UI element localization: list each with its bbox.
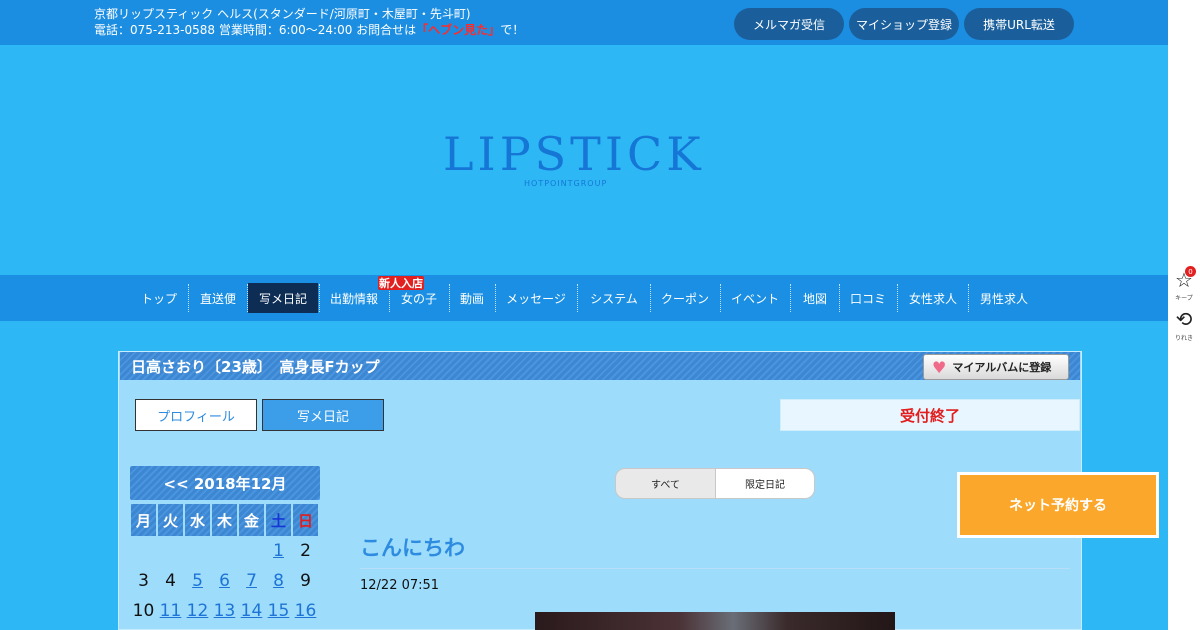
calendar-day[interactable]: 14 (238, 597, 265, 625)
add-to-album-button[interactable]: ♥ マイアルバムに登録 (923, 354, 1069, 380)
tab-photo-diary[interactable]: 写メ日記 (262, 399, 384, 431)
nav-divider (577, 284, 578, 312)
shop-name-line: 京都リップスティック ヘルス(スタンダード/河原町・木屋町・先斗町) (94, 7, 471, 21)
calendar-day[interactable]: 6 (211, 567, 238, 595)
nav-divider (839, 284, 840, 312)
calendar-day[interactable]: 8 (265, 567, 292, 595)
mobile-url-transfer-button[interactable]: 携帯URL転送 (964, 8, 1074, 40)
nav-divider (720, 284, 721, 312)
contact-highlight: 「ヘブン見た」 (416, 23, 501, 37)
nav-item-event[interactable]: イベント (726, 283, 784, 313)
shop-info: 京都リップスティック ヘルス(スタンダード/河原町・木屋町・先斗町) 電話：07… (94, 6, 524, 38)
calendar-day: 3 (138, 571, 149, 591)
nav-divider (897, 284, 898, 312)
calendar-day[interactable]: 1 (265, 537, 292, 565)
calendar-month-nav[interactable]: << 2018年12月 (130, 466, 320, 500)
weekday-mon: 月 (131, 504, 156, 536)
nav-divider (495, 284, 496, 312)
weekday-sat: 土 (266, 504, 291, 536)
tab-profile[interactable]: プロフィール (135, 399, 257, 431)
weekday-thu: 木 (212, 504, 237, 536)
nav-item-reviews[interactable]: 口コミ (845, 283, 891, 313)
calendar-day: 2 (300, 541, 311, 561)
calendar-day[interactable]: 12 (184, 597, 211, 625)
nav-divider (449, 284, 450, 312)
weekday-tue: 火 (158, 504, 183, 536)
divider (360, 568, 1070, 569)
nav-item-male-jobs[interactable]: 男性求人 (974, 283, 1034, 313)
side-rail: ☆ キープ ⟲ りれき (1168, 0, 1200, 630)
calendar-day: 10 (132, 601, 155, 621)
keep-label: キープ (1175, 295, 1193, 302)
calendar-day[interactable]: 11 (157, 597, 184, 625)
main-nav: トップ 直送便 写メ日記 出勤情報 女の子 動画 メッセージ システム クーポン… (0, 275, 1168, 321)
heart-icon: ♥ (932, 357, 947, 377)
calendar-day[interactable]: 5 (184, 567, 211, 595)
weekday-wed: 水 (185, 504, 210, 536)
mail-magazine-button[interactable]: メルマガ受信 (734, 8, 844, 40)
contact-line: 電話：075-213-0588 営業時間：6:00～24:00 お問合せは「ヘブ… (94, 22, 524, 38)
nav-item-coupon[interactable]: クーポン (656, 283, 714, 313)
calendar-day: 9 (300, 571, 311, 591)
history-icon[interactable]: ⟲ (1172, 309, 1196, 329)
contact-prefix: 電話：075-213-0588 営業時間：6:00～24:00 お問合せは (94, 23, 417, 37)
keep-count-badge: 0 (1185, 266, 1196, 277)
nav-divider (188, 284, 189, 312)
nav-item-photo-diary[interactable]: 写メ日記 (248, 283, 318, 313)
reception-status: 受付終了 (780, 399, 1080, 431)
add-to-album-label: マイアルバムに登録 (952, 361, 1052, 374)
filter-limited-button[interactable]: 限定日記 (715, 468, 815, 499)
calendar-day[interactable]: 16 (292, 597, 319, 625)
nav-item-videos[interactable]: 動画 (454, 283, 490, 313)
calendar-day[interactable]: 7 (238, 567, 265, 595)
header-banner: LIPSTICK HOTPOINTGROUP (0, 45, 1168, 275)
diary-entry-title[interactable]: こんにちわ (360, 532, 465, 562)
shop-logo[interactable]: LIPSTICK (443, 129, 705, 179)
nav-item-female-jobs[interactable]: 女性求人 (903, 283, 963, 313)
nav-item-top[interactable]: トップ (135, 283, 183, 313)
nav-item-messages[interactable]: メッセージ (501, 283, 571, 313)
calendar-day[interactable]: 15 (265, 597, 292, 625)
diary-photo[interactable] (535, 612, 895, 630)
nav-item-direct[interactable]: 直送便 (194, 283, 242, 313)
weekday-fri: 金 (239, 504, 264, 536)
nav-item-schedule[interactable]: 出勤情報 (325, 283, 383, 313)
new-girl-badge: 新人入店 (378, 276, 424, 290)
net-reserve-button[interactable]: ネット予約する (957, 472, 1159, 538)
calendar-day[interactable]: 13 (211, 597, 238, 625)
filter-all-button[interactable]: すべて (615, 468, 716, 499)
girl-name-title: 日高さおり〔23歳〕 高身長Fカップ (131, 358, 380, 376)
nav-divider (968, 284, 969, 312)
contact-suffix: で！ (500, 23, 525, 37)
nav-item-system[interactable]: システム (584, 283, 644, 313)
calendar-day: 4 (165, 571, 176, 591)
group-logo-text: HOTPOINTGROUP (524, 179, 608, 188)
weekday-sun: 日 (293, 504, 318, 536)
nav-divider (319, 284, 320, 312)
diary-entry-date: 12/22 07:51 (360, 578, 440, 593)
my-shop-register-button[interactable]: マイショップ登録 (849, 8, 959, 40)
nav-divider (650, 284, 651, 312)
nav-divider (790, 284, 791, 312)
nav-item-map[interactable]: 地図 (796, 283, 834, 313)
history-label: りれき (1174, 335, 1193, 342)
